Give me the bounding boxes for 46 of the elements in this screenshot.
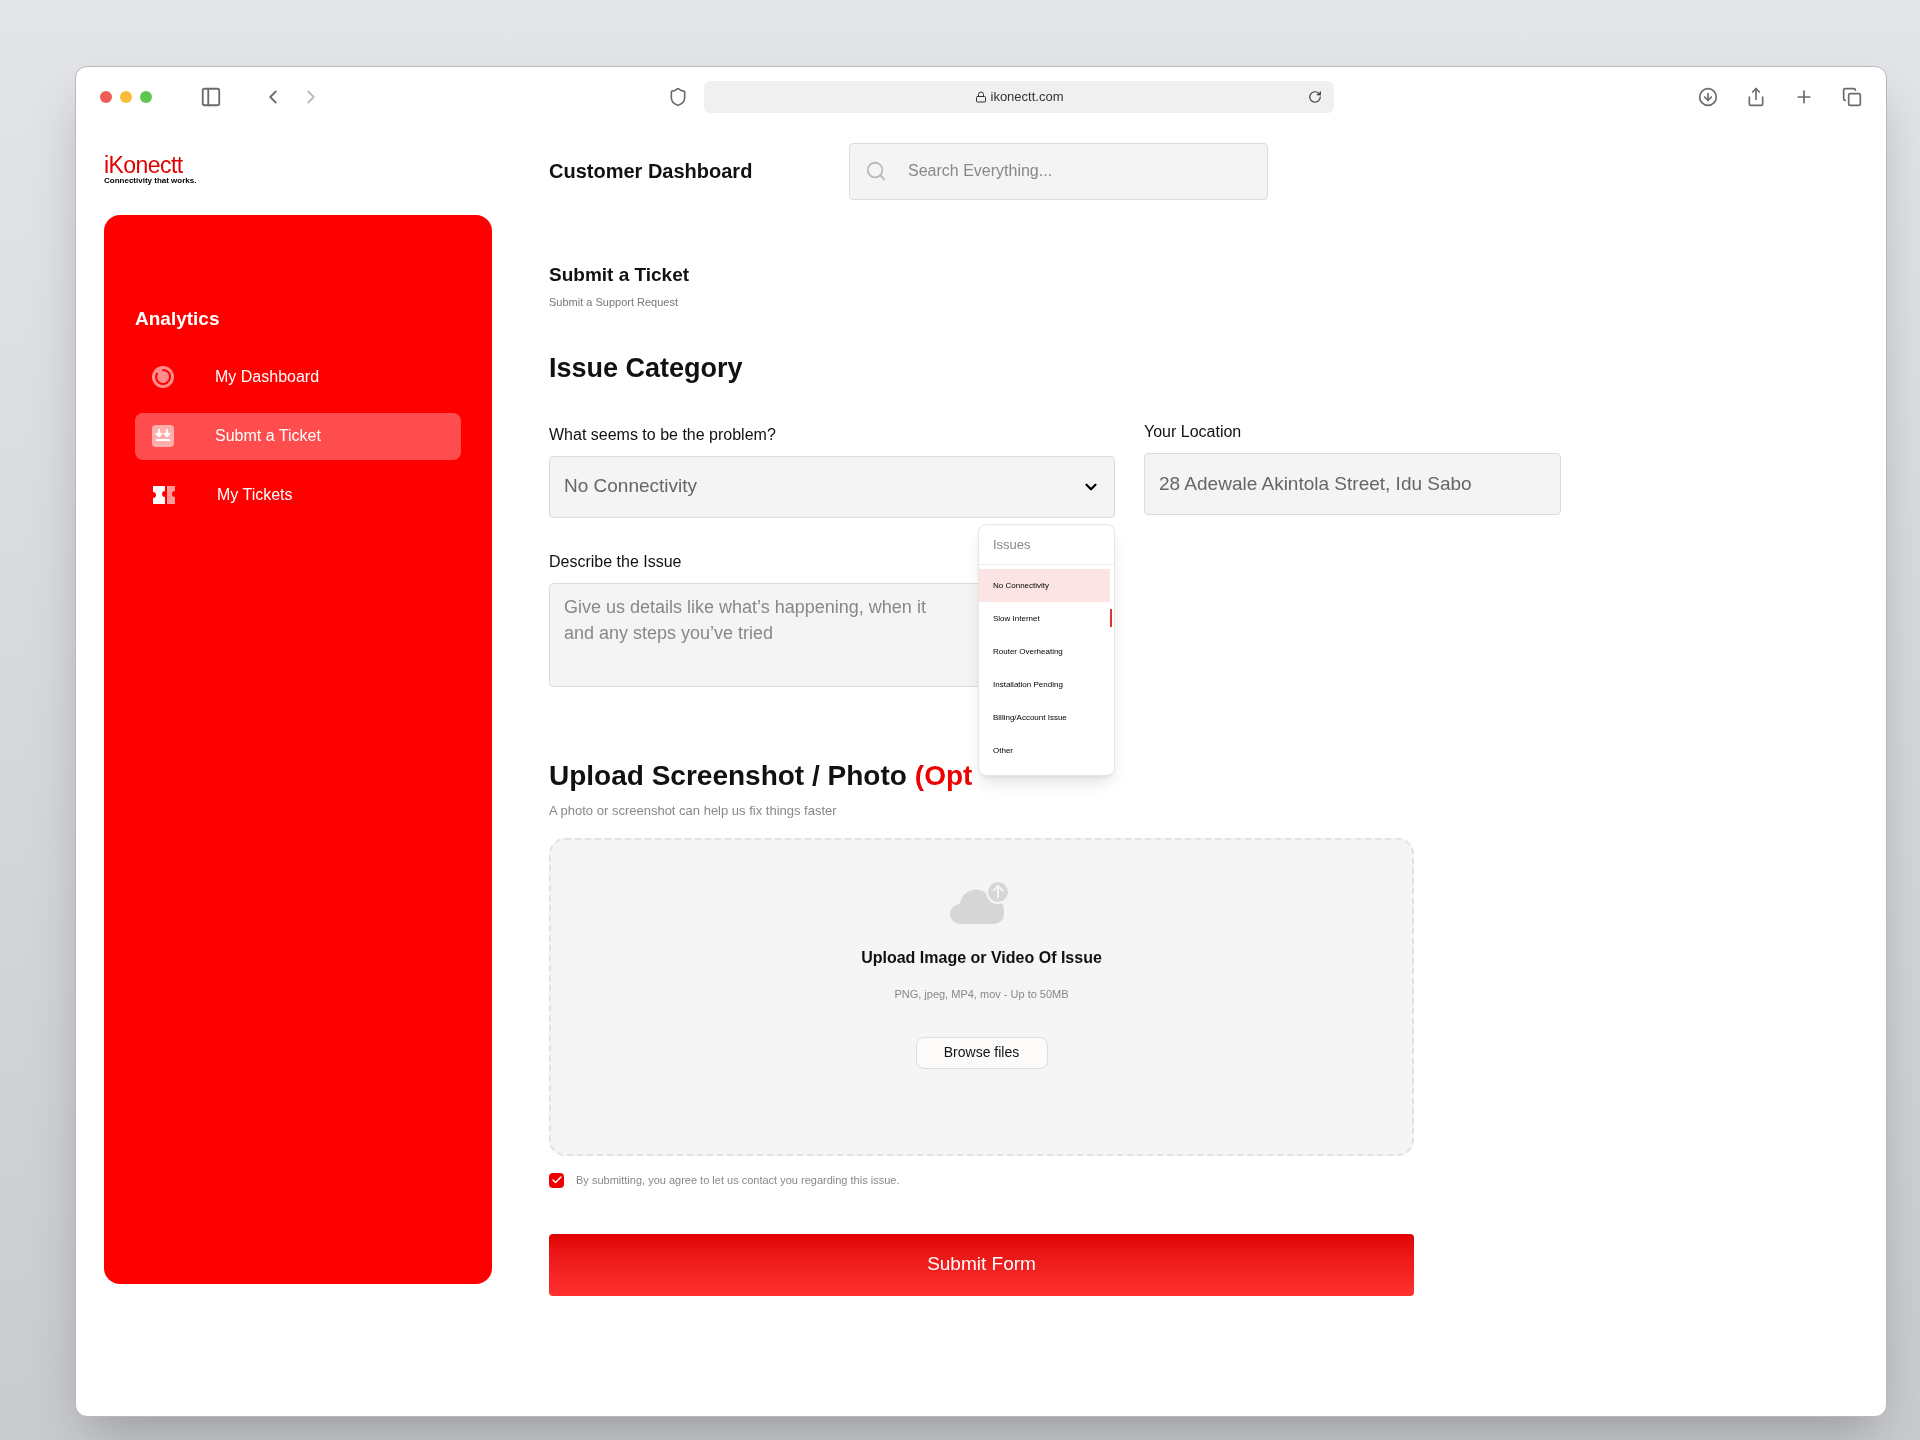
field-label: Your Location [1144,421,1243,442]
address-bar[interactable]: ikonectt.com [704,81,1334,113]
section-heading: Issue Category [549,352,744,385]
tabs-icon[interactable] [1842,87,1862,107]
url-text: ikonectt.com [990,88,1064,107]
location-field[interactable]: 28 Adewale Akintola Street, Idu Sabo [1144,452,1561,515]
issue-select[interactable]: No Connectivity [549,455,1115,518]
loader-icon [151,365,175,389]
ticket-icon [151,484,177,506]
logo-wordmark: iKonectt [104,154,184,177]
upload-title: Upload Image or Video Of Issue [861,948,1102,968]
optional-label: (Opt [914,758,973,793]
sidebar-toggle-icon[interactable] [200,86,222,108]
logo-tagline: Connectivity that works. [104,177,197,185]
section-heading: Upload Screenshot / Photo [549,758,907,793]
dropdown-option[interactable]: Router Overheating [979,635,1110,668]
dashboard-title: Customer Dashboard [549,159,754,184]
upload-hint: PNG, jpeg, MP4, mov - Up to 50MB [894,987,1069,1002]
submit-button[interactable]: Submit Form [549,1233,1414,1296]
lock-icon [974,91,987,103]
search-icon [865,159,887,182]
download-icon [151,424,175,448]
consent-text: By submitting, you agree to let us contact you regarding this issue. [576,1173,900,1188]
reload-icon[interactable] [1308,90,1322,104]
dropdown-option[interactable]: Other [979,734,1110,767]
dropdown-option[interactable]: Billing/Account Issue [979,701,1110,734]
upload-dropzone[interactable]: Upload Image or Video Of Issue PNG, jpeg, MP4, mov - Up to 50MB Browse files [549,838,1414,1156]
shield-icon[interactable] [668,87,688,107]
sidebar-item[interactable]: My Tickets [135,471,461,519]
close-window-control[interactable] [100,91,112,103]
field-label: Describe the Issue [549,551,683,572]
dropdown-header: Issues [979,524,1114,565]
browse-files-button[interactable]: Browse files [915,1036,1048,1069]
share-icon[interactable] [1746,87,1766,107]
scrollbar-thumb[interactable] [1110,609,1112,627]
page-title: Submit a Ticket [549,263,691,287]
sidebar-section-title: Analytics [135,307,221,331]
dropdown-option[interactable]: Slow Internet [979,602,1110,635]
search-field[interactable]: Search Everything... [849,142,1268,200]
field-label: What seems to be the problem? [549,424,777,445]
section-subtitle: A photo or screenshot can help us fix things faster [549,801,838,820]
download-icon[interactable] [1698,87,1718,107]
dropdown-option[interactable]: No Connectivity [979,569,1110,602]
page-subtitle: Submit a Support Request [549,294,680,310]
sidebar-item[interactable]: My Dashboard [135,353,461,401]
consent-checkbox[interactable] [549,1172,564,1188]
